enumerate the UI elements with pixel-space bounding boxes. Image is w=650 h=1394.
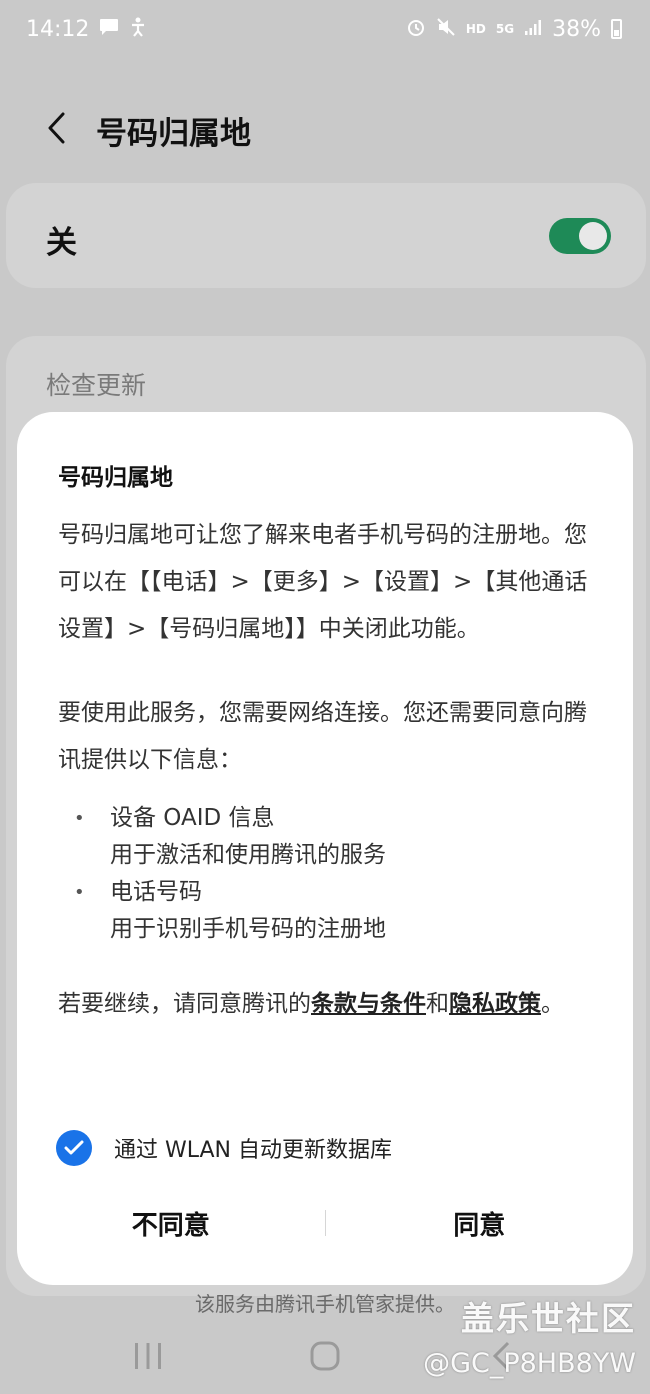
- checkmark-icon: [64, 1140, 84, 1155]
- mute-icon: [436, 17, 456, 42]
- dialog-paragraph-2: 要使用此服务，您需要网络连接。您还需要同意向腾讯提供以下信息：: [58, 700, 587, 773]
- info-bullet-list: 设备 OAID 信息 用于激活和使用腾讯的服务 电话号码 用于识别手机号码的注册…: [58, 800, 598, 948]
- bullet-desc: 用于激活和使用腾讯的服务: [110, 842, 386, 868]
- recent-apps-icon: [135, 1343, 162, 1369]
- status-bar: 14:12 HD 5G 38%: [0, 0, 650, 58]
- privacy-link[interactable]: 隐私政策: [449, 991, 541, 1017]
- signal-icon: [524, 18, 542, 41]
- bullet-title: 电话号码: [110, 879, 202, 905]
- toggle-knob: [579, 222, 607, 250]
- page-title: 号码归属地: [96, 116, 251, 152]
- toggle-label: 关: [46, 225, 77, 261]
- message-icon: [99, 18, 119, 41]
- terms-link[interactable]: 条款与条件: [311, 991, 426, 1017]
- hd-indicator: HD: [465, 22, 486, 36]
- wlan-update-checkbox-row[interactable]: 通过 WLAN 自动更新数据库: [56, 1130, 392, 1166]
- check-update-item[interactable]: 检查更新: [46, 366, 146, 402]
- home-button[interactable]: [295, 1331, 355, 1381]
- accessibility-icon: [129, 17, 147, 42]
- status-left: 14:12: [26, 17, 147, 42]
- dialog-title: 号码归属地: [58, 465, 173, 491]
- dialog-body: 号码归属地可让您了解来电者手机号码的注册地。您可以在【【电话】>【更多】>【设置…: [58, 512, 598, 1028]
- consent-text: 若要继续，请同意腾讯的条款与条件和隐私政策。: [58, 981, 598, 1028]
- dialog-paragraph-1: 号码归属地可让您了解来电者手机号码的注册地。您可以在【【电话】>【更多】>【设置…: [58, 522, 588, 642]
- app-header: 号码归属地: [0, 90, 650, 165]
- dialog-actions: 不同意 同意: [17, 1194, 633, 1252]
- wlan-update-checkbox[interactable]: [56, 1130, 92, 1166]
- watermark-line-1: 盖乐世社区: [461, 1299, 636, 1338]
- bullet-title: 设备 OAID 信息: [110, 805, 275, 831]
- disagree-button[interactable]: 不同意: [17, 1194, 325, 1252]
- watermark-line-2: @GC_P8HB8YW: [423, 1348, 636, 1379]
- consent-and: 和: [426, 991, 449, 1017]
- agree-button[interactable]: 同意: [326, 1194, 634, 1252]
- watermark: 盖乐世社区 @GC_P8HB8YW: [423, 1292, 636, 1379]
- bullet-desc: 用于识别手机号码的注册地: [110, 916, 386, 942]
- wlan-update-label: 通过 WLAN 自动更新数据库: [114, 1138, 393, 1163]
- home-icon: [310, 1341, 340, 1371]
- network-5g-indicator: 5G: [495, 22, 515, 36]
- bullet-item-oaid: 设备 OAID 信息 用于激活和使用腾讯的服务: [58, 800, 598, 874]
- recent-apps-button[interactable]: [118, 1331, 178, 1381]
- back-button[interactable]: [36, 108, 76, 148]
- consent-dialog: 号码归属地 号码归属地可让您了解来电者手机号码的注册地。您可以在【【电话】>【更…: [17, 412, 633, 1285]
- master-toggle-switch[interactable]: [549, 218, 611, 254]
- bullet-item-phone-number: 电话号码 用于识别手机号码的注册地: [58, 874, 598, 948]
- battery-percent: 38%: [552, 16, 601, 42]
- status-right: HD 5G 38%: [406, 17, 622, 42]
- master-toggle-card[interactable]: 关: [6, 183, 646, 288]
- chevron-left-icon: [48, 112, 65, 144]
- alarm-icon: [406, 17, 426, 42]
- consent-prefix: 若要继续，请同意腾讯的: [58, 991, 311, 1017]
- battery-icon: [611, 19, 622, 39]
- status-time: 14:12: [26, 16, 90, 42]
- consent-suffix: 。: [541, 991, 564, 1017]
